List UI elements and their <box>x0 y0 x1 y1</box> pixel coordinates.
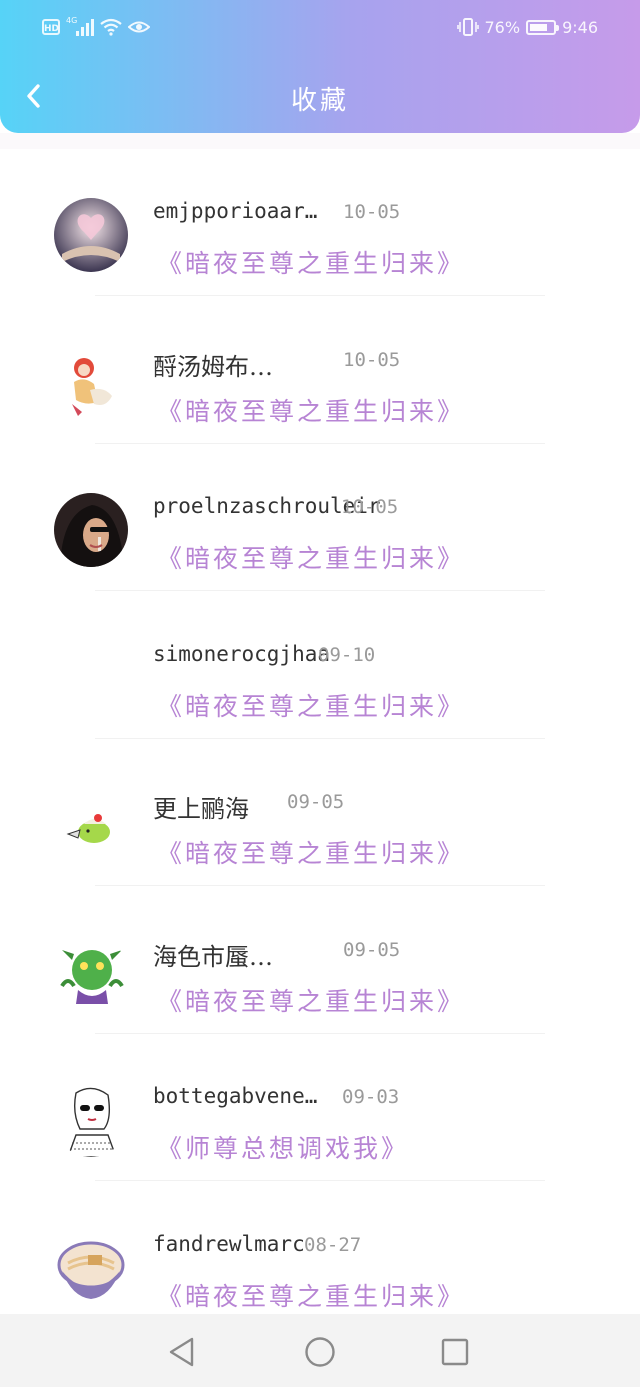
status-left: HD 4G <box>42 16 150 38</box>
noodle-bowl-avatar[interactable] <box>54 1230 128 1305</box>
status-right: 76% 9:46 <box>456 16 598 38</box>
header: HD 4G 76% 9:46 收藏 <box>0 0 640 133</box>
book-art-avatar[interactable] <box>54 198 128 272</box>
favorite-date: 10-05 <box>343 201 401 223</box>
user-name: 酹汤姆布… <box>153 352 273 381</box>
favorite-date: 09-05 <box>287 791 345 813</box>
user-name: bottegabvene… <box>153 1084 318 1108</box>
home-circle-icon <box>305 1337 335 1367</box>
list-item[interactable]: 更上鹂海 09-05 《暗夜至尊之重生归来》 <box>0 739 640 887</box>
wifi-icon <box>100 18 122 36</box>
battery-percent: 76% <box>484 17 521 37</box>
battery-icon <box>526 19 560 35</box>
blank-avatar[interactable] <box>54 640 128 715</box>
signal-icon: 4G <box>66 16 94 38</box>
book-title[interactable]: 《暗夜至尊之重生归来》 <box>157 982 465 1018</box>
vibrate-icon <box>456 18 479 36</box>
system-nav-bar <box>0 1314 640 1387</box>
nav-recents-button[interactable] <box>437 1334 473 1370</box>
header-divider <box>0 133 640 149</box>
user-name: simonerocgjhaa <box>153 641 331 666</box>
book-title[interactable]: 《暗夜至尊之重生归来》 <box>157 1277 465 1313</box>
bird-sticker-avatar[interactable] <box>54 788 128 862</box>
list-item[interactable]: emjpporioaar… 10-05 《暗夜至尊之重生归来》 <box>0 149 640 297</box>
favorite-date: 10-05 <box>343 348 401 371</box>
user-name: 海色市蜃… <box>153 942 273 971</box>
user-name: fandrewlmarc <box>153 1231 305 1256</box>
favorite-date: 09-03 <box>342 1086 400 1108</box>
user-name: emjpporioaar… <box>153 199 318 223</box>
green-monster-avatar[interactable] <box>54 935 128 1010</box>
book-title[interactable]: 《师尊总想调戏我》 <box>157 1129 409 1165</box>
book-title[interactable]: 《暗夜至尊之重生归来》 <box>157 539 465 575</box>
list-item[interactable]: 酹汤姆布… 10-05 《暗夜至尊之重生归来》 <box>0 297 640 445</box>
list-item[interactable]: 海色市蜃… 09-05 《暗夜至尊之重生归来》 <box>0 887 640 1035</box>
battery-fill <box>530 23 547 31</box>
book-title[interactable]: 《暗夜至尊之重生归来》 <box>157 392 465 428</box>
user-name: 更上鹂海 <box>153 795 249 823</box>
eye-icon <box>128 21 150 33</box>
favorite-date: 08-27 <box>304 1233 362 1256</box>
list-item[interactable]: fandrewlmarc 08-27 《暗夜至尊之重生归来》 <box>0 1182 640 1330</box>
recents-square-icon <box>441 1338 469 1366</box>
list-item[interactable]: proelnzaschrouleir 10-05 《暗夜至尊之重生归来》 <box>0 444 640 592</box>
list-item[interactable]: simonerocgjhaa 09-10 《暗夜至尊之重生归来》 <box>0 592 640 740</box>
status-bar: HD 4G 76% 9:46 <box>0 0 640 56</box>
book-title[interactable]: 《暗夜至尊之重生归来》 <box>157 244 465 280</box>
sketch-girl-avatar[interactable] <box>54 1083 128 1157</box>
favorite-date: 09-05 <box>343 938 401 961</box>
favorite-date: 10-05 <box>341 496 399 518</box>
nav-home-button[interactable] <box>302 1334 338 1370</box>
list-item[interactable]: bottegabvene… 09-03 《师尊总想调戏我》 <box>0 1034 640 1182</box>
book-title[interactable]: 《暗夜至尊之重生归来》 <box>157 687 465 723</box>
woman-photo-avatar[interactable] <box>54 493 128 567</box>
book-title[interactable]: 《暗夜至尊之重生归来》 <box>157 834 465 870</box>
favorite-date: 09-10 <box>318 643 376 666</box>
anime-girl-avatar[interactable] <box>54 345 128 420</box>
clock-time: 9:46 <box>562 17 598 37</box>
hd-icon: HD <box>42 19 60 35</box>
nav-back-button[interactable] <box>164 1334 200 1370</box>
page-title: 收藏 <box>290 86 349 116</box>
favorites-list: emjpporioaar… 10-05 《暗夜至尊之重生归来》 酹汤姆布… 10… <box>0 149 640 1329</box>
back-triangle-icon <box>169 1337 194 1367</box>
